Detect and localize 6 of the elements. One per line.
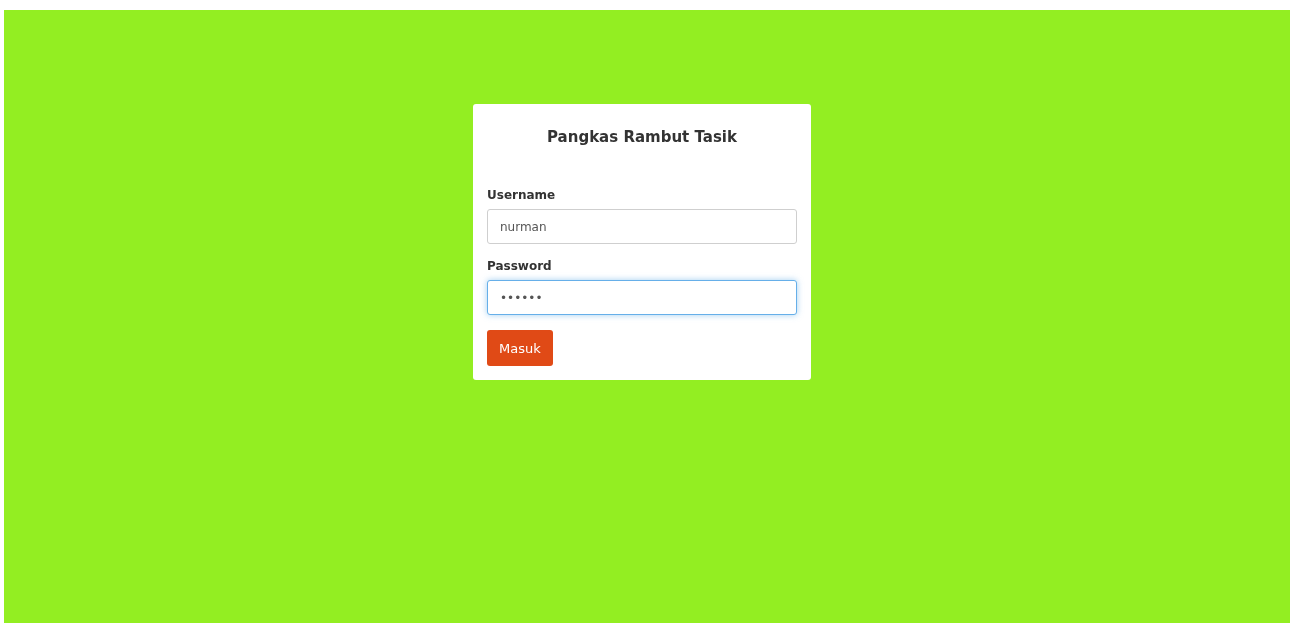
input-field[interactable]: nurman <box>487 209 797 244</box>
field-label: Password <box>487 259 552 273</box>
card-title: Pangkas Rambut Tasik <box>546 128 738 146</box>
input-field[interactable]: •••••• <box>487 280 797 315</box>
field-label: Username <box>487 188 556 202</box>
submit-button[interactable]: Masuk <box>487 330 553 366</box>
